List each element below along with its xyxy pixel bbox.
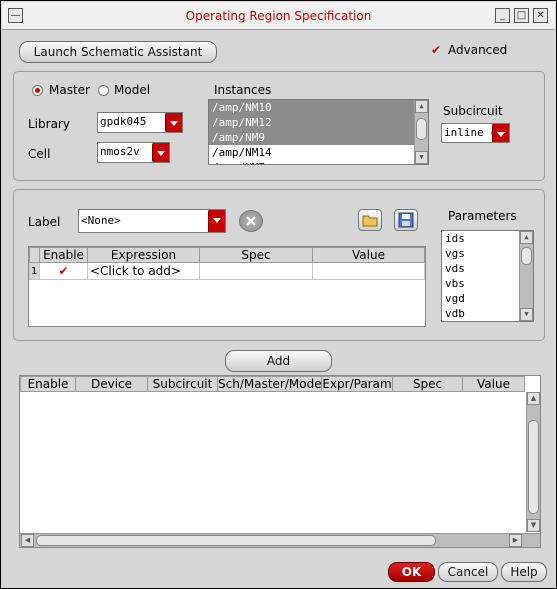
instances-list[interactable]: /amp/NM10/amp/NM12/amp/NM9/amp/NM14/amp/… [208,99,429,165]
list-item[interactable]: /amp/NM7 [209,160,428,164]
master-label: Master [49,83,90,97]
column-header[interactable]: Device [75,376,148,392]
cancel-button[interactable]: Cancel [438,562,498,582]
model-radio[interactable] [98,85,109,96]
add-button[interactable]: Add [225,350,332,372]
expression-table[interactable]: Enable Expression Spec Value 1 ✔ <Click … [28,246,426,327]
column-header[interactable]: Value [462,376,525,392]
minimize-icon[interactable]: _ [495,8,510,23]
column-header[interactable]: Expression [87,247,200,263]
chevron-down-icon[interactable] [165,113,182,132]
spec-table-vscrollbar[interactable]: ▲ ▼ [526,392,540,532]
instances-label: Instances [214,83,272,97]
scroll-left-icon[interactable]: ◀ [21,534,34,547]
column-header[interactable]: Subcircuit [147,376,218,392]
chevron-down-icon[interactable] [208,210,225,232]
parameters-label: Parameters [448,209,517,223]
model-label: Model [114,83,151,97]
scroll-right-icon[interactable]: ▶ [509,534,522,547]
cell-value: nmos2v [100,145,140,158]
scroll-down-icon[interactable]: ▼ [415,151,428,164]
label-value: <None> [81,214,121,227]
scroll-thumb[interactable] [521,247,532,265]
subcircuit-label: Subcircuit [443,104,503,118]
list-item[interactable]: /amp/NM9 [209,130,428,145]
column-header[interactable]: Value [312,247,425,263]
table-row[interactable]: 1 ✔ <Click to add> [29,262,425,280]
expression-cell[interactable]: <Click to add> [87,262,200,280]
chevron-down-icon[interactable] [492,124,509,142]
spec-table-hscrollbar[interactable]: ◀ ▶ [20,533,540,547]
dialog-window: — Operating Region Specification _ □ ✕ L… [0,0,557,589]
delete-icon[interactable] [239,210,263,232]
row-number: 1 [29,262,40,280]
help-button[interactable]: Help [501,562,547,582]
scroll-down-icon[interactable]: ▼ [527,519,540,532]
scroll-down-icon[interactable]: ▼ [520,308,533,321]
maximize-icon[interactable]: □ [514,8,529,23]
parameters-scrollbar[interactable]: ▲ ▼ [519,231,533,321]
close-icon[interactable]: ✕ [533,8,548,23]
column-header[interactable]: Enable [20,376,76,392]
cell-label: Cell [28,147,51,161]
library-label: Library [28,117,70,131]
row-number-header [29,247,40,263]
open-folder-icon[interactable] [358,209,382,231]
parameters-list[interactable]: ids vgs vds vbs vgd vdb ▲ ▼ [441,230,534,322]
ok-button[interactable]: OK [388,562,435,582]
chevron-down-icon[interactable] [152,143,169,162]
scroll-up-icon[interactable]: ▲ [527,392,540,405]
list-item[interactable]: /amp/NM12 [209,115,428,130]
scroll-up-icon[interactable]: ▲ [415,100,428,113]
library-combo[interactable]: gpdk045 [97,112,183,133]
scroll-up-icon[interactable]: ▲ [520,231,533,244]
window-title: Operating Region Specification [185,9,372,23]
label-field-label: Label [28,215,61,229]
instances-scrollbar[interactable]: ▲ ▼ [414,100,428,164]
subcircuit-combo[interactable]: inline cor [441,123,510,143]
library-value: gpdk045 [100,115,147,128]
scroll-thumb[interactable] [416,118,427,140]
spec-table[interactable]: Enable Device Subcircuit Sch/Master/Mode… [19,375,541,548]
save-icon[interactable] [394,209,418,231]
column-header[interactable]: Enable [39,247,88,263]
advanced-label: Advanced [448,43,508,57]
value-cell [312,262,425,280]
cell-combo[interactable]: nmos2v [97,142,170,163]
list-item[interactable]: /amp/NM14 [209,145,428,160]
column-header[interactable]: Sch/Master/Model [217,376,322,392]
label-combo[interactable]: <None> [78,209,226,233]
column-header[interactable]: Spec [392,376,463,392]
scroll-thumb[interactable] [36,535,436,546]
master-radio[interactable] [32,85,43,96]
enable-cell[interactable]: ✔ [39,262,88,280]
launch-schematic-assistant-button[interactable]: Launch Schematic Assistant [19,41,217,63]
column-header[interactable]: Spec [199,247,313,263]
advanced-checkbox[interactable]: ✔ [431,43,441,57]
list-item[interactable]: /amp/NM10 [209,100,428,115]
title-bar[interactable]: — Operating Region Specification _ □ ✕ [2,2,555,30]
spec-cell[interactable] [199,262,313,280]
column-header[interactable]: Expr/Param [321,376,393,392]
enable-checkbox[interactable]: ✔ [58,264,68,278]
scroll-thumb[interactable] [528,420,539,514]
